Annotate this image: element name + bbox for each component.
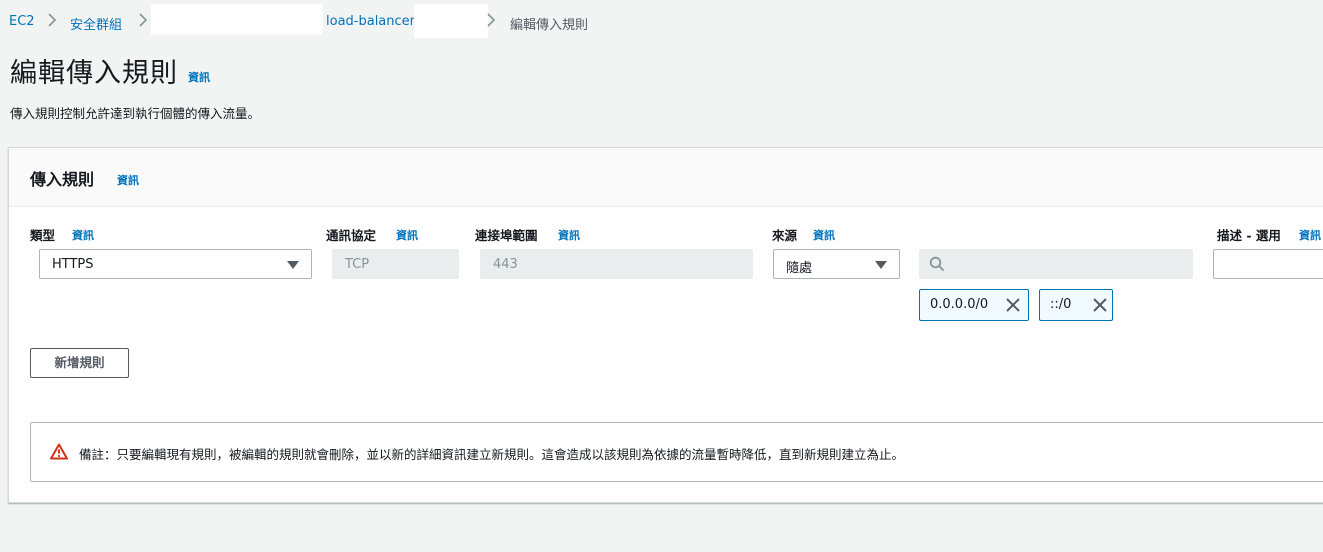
source-label: 來源 — [772, 228, 798, 243]
cidr-token-value: 0.0.0.0/0 — [930, 297, 989, 312]
caret-down-icon — [875, 261, 887, 269]
protocol-info-link[interactable]: 資訊 — [396, 227, 418, 243]
type-info-link[interactable]: 資訊 — [72, 227, 94, 243]
protocol-label: 通訊協定 — [326, 228, 377, 243]
caret-down-icon — [287, 261, 299, 269]
redacted-block — [414, 4, 488, 38]
panel-title: 傳入規則 — [30, 170, 95, 189]
type-label: 類型 — [30, 228, 56, 243]
warning-alert: 備註：只要編輯現有規則，被編輯的規則就會刪除，並以新的詳細資訊建立新規則。這會造… — [30, 422, 1323, 482]
search-icon — [929, 256, 945, 272]
cidr-token: 0.0.0.0/0 — [919, 289, 1029, 321]
chevron-right-icon — [139, 13, 148, 27]
breadcrumb-security-groups-link[interactable]: 安全群組 — [70, 14, 122, 33]
page-title-info-link[interactable]: 資訊 — [188, 69, 210, 85]
breadcrumb: EC2 安全群組 load-balancer 編輯傳入規則 — [0, 0, 1323, 42]
chevron-right-icon — [48, 13, 57, 27]
description-info-link[interactable]: 資訊 — [1299, 227, 1321, 243]
cidr-token: ::/0 — [1039, 289, 1113, 321]
breadcrumb-current: 編輯傳入規則 — [510, 18, 589, 33]
type-select-value: HTTPS — [52, 257, 94, 272]
type-select[interactable]: HTTPS — [39, 249, 312, 279]
description-label: 描述 - 選用 — [1217, 228, 1281, 243]
redacted-block — [151, 4, 323, 35]
panel-info-link[interactable]: 資訊 — [117, 172, 139, 188]
port-range-label: 連接埠範圍 — [475, 228, 538, 243]
page-title: 編輯傳入規則 — [10, 58, 178, 89]
breadcrumb-ec2-link[interactable]: EC2 — [9, 14, 35, 29]
breadcrumb-security-group-link[interactable]: load-balancer — [326, 14, 415, 29]
source-search-input[interactable] — [919, 249, 1193, 279]
warning-icon — [50, 443, 68, 460]
source-type-select[interactable]: 隨處 — [773, 249, 900, 279]
port-range-field: 443 — [480, 249, 753, 279]
inbound-rules-panel: 傳入規則 資訊 類型 資訊 通訊協定 資訊 連接埠範圍 資訊 來源 資訊 描述 … — [8, 147, 1323, 503]
port-range-info-link[interactable]: 資訊 — [558, 227, 580, 243]
source-type-value: 隨處 — [786, 261, 813, 276]
source-info-link[interactable]: 資訊 — [813, 227, 835, 243]
chevron-right-icon — [487, 13, 496, 27]
close-icon[interactable] — [1006, 298, 1020, 312]
panel-header: 傳入規則 資訊 — [9, 148, 1323, 207]
cidr-token-value: ::/0 — [1050, 297, 1072, 312]
page-description: 傳入規則控制允許達到執行個體的傳入流量。 — [10, 106, 261, 121]
close-icon[interactable] — [1093, 298, 1107, 312]
description-input[interactable] — [1213, 249, 1323, 279]
alert-message: 備註：只要編輯現有規則，被編輯的規則就會刪除，並以新的詳細資訊建立新規則。這會造… — [79, 447, 905, 462]
protocol-value: TCP — [345, 257, 370, 272]
protocol-field: TCP — [332, 249, 459, 279]
port-range-value: 443 — [493, 257, 518, 272]
add-rule-button[interactable]: 新增規則 — [30, 348, 129, 378]
